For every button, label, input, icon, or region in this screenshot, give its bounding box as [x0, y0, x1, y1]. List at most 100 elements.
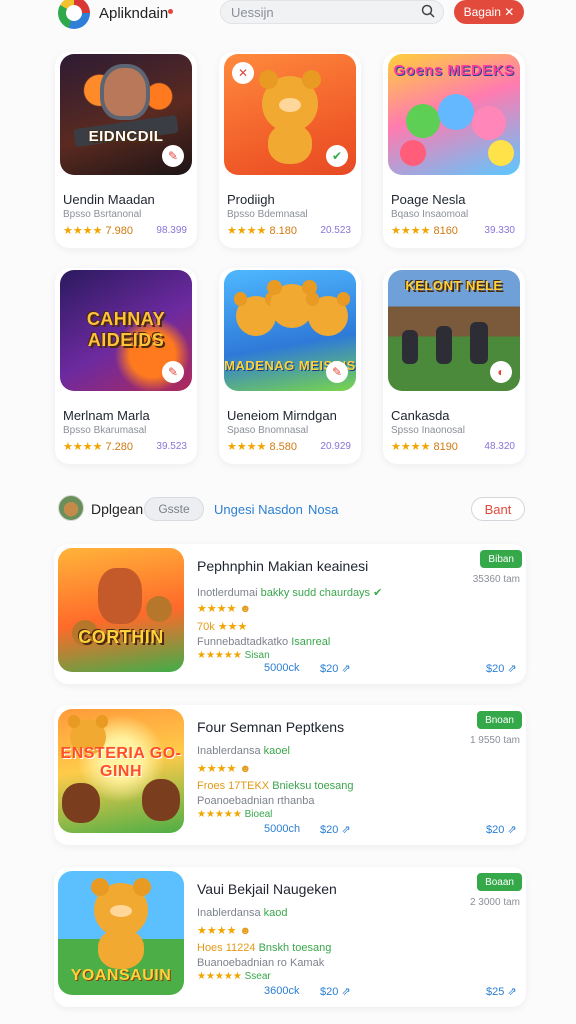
card-count: 20.523 [320, 225, 351, 236]
edit-icon[interactable]: ✎ [326, 361, 348, 383]
item-art-title: ENSTERIA GO-GINH [60, 745, 182, 780]
card-subtitle: Bpsso Bkarumasal [63, 425, 147, 436]
share-icon: ⇗ [507, 986, 517, 998]
item-download-count: 5000ch [264, 823, 301, 835]
item-price-alt[interactable]: $20 ⇗ [486, 823, 517, 836]
game-thumbnail: KELONT NELE ◐ [388, 270, 520, 391]
signin-label: Bagain ✕ [463, 5, 515, 19]
game-card[interactable]: ✕ ✔ Prodiigh Bpsso Bdemnasal ★★★★ 8.180 2… [219, 52, 361, 248]
card-rating: ★★★★ 8190 [391, 441, 458, 453]
item-title: Pephnphin Makian keainesi [197, 558, 369, 574]
card-title: Ueneiom Mirndgan [227, 408, 337, 423]
star-rating-icon: ★★★★ [391, 225, 431, 237]
item-price-alt[interactable]: $25 ⇗ [486, 985, 517, 998]
item-info-line: Buanoebadnian ro Kamak [197, 957, 325, 969]
game-art-title: CAHNAY AIDEIDS [86, 309, 166, 350]
search-input[interactable] [231, 3, 411, 21]
item-badge[interactable]: Boaan [477, 873, 522, 891]
card-rating: ★★★★ 7.980 [63, 225, 133, 237]
item-price[interactable]: $20 ⇗ [320, 985, 351, 998]
search-icon[interactable] [421, 4, 435, 18]
item-badge[interactable]: Biban [480, 550, 522, 568]
card-rating: ★★★★ 7.280 [63, 441, 133, 453]
card-count: 39.523 [156, 441, 187, 452]
play-icon[interactable]: ◐ [490, 361, 512, 383]
app-logo-icon[interactable] [58, 0, 90, 29]
item-download-count: 3600ck [264, 985, 300, 997]
star-rating-icon: ★★★★★ [197, 971, 242, 982]
item-info-line: Inablerdansa kaod [197, 907, 288, 919]
edit-icon[interactable]: ✎ [162, 361, 184, 383]
list-item[interactable]: ENSTERIA GO-GINH Four Semnan Peptkens Bn… [54, 705, 526, 845]
card-count: 48.320 [484, 441, 515, 452]
card-subtitle: Bqaso Insaomoal [391, 209, 469, 220]
card-subtitle: Spsso Inaonosal [391, 425, 465, 436]
game-thumbnail: CAHNAY AIDEIDS ✎ [60, 270, 192, 391]
filter-button[interactable]: Bant [471, 497, 525, 521]
star-rating-icon: ★★★★★ [197, 650, 242, 661]
star-rating-icon: ★★★★★ [197, 809, 242, 820]
item-price-alt[interactable]: $20 ⇗ [486, 662, 517, 675]
item-art-title: YOANSAUIN [70, 967, 172, 984]
card-rating: ★★★★ 8160 [391, 225, 458, 237]
emoji-icon: ☻ [239, 603, 252, 615]
card-rating: ★★★★ 8.180 [227, 225, 297, 237]
signin-button[interactable]: Bagain ✕ [454, 0, 524, 24]
game-card[interactable]: KELONT NELE ◐ Cankasda Spsso Inaonosal ★… [383, 268, 525, 464]
list-item[interactable]: CORTHIN Pephnphin Makian keainesi Biban … [54, 544, 526, 684]
item-info-line: Inotlerdumai bakky sudd chaurdays ✔ [197, 587, 383, 599]
item-time: 1 9550 tam [469, 735, 520, 746]
star-rating-icon: ★★★★ [197, 603, 237, 615]
game-card[interactable]: EIDNCDIL ✎ Uendin Maadan Bpsso Bsrtanona… [55, 52, 197, 248]
item-title: Vaui Bekjail Naugeken [197, 881, 337, 897]
edit-icon[interactable]: ✎ [162, 145, 184, 167]
item-time: 35360 tam [472, 574, 520, 585]
game-thumbnail: EIDNCDIL ✎ [60, 54, 192, 175]
item-thumbnail: YOANSAUIN [58, 871, 184, 995]
item-rating: ★★★★ ☻ [197, 602, 251, 615]
star-rating-icon: ★★★ [217, 621, 248, 633]
item-price[interactable]: $20 ⇗ [320, 823, 351, 836]
list-item[interactable]: YOANSAUIN Vaui Bekjail Naugeken Boaan 2 … [54, 867, 526, 1007]
check-icon[interactable]: ✔ [326, 145, 348, 167]
star-rating-icon: ★★★★ [391, 441, 431, 453]
avatar[interactable] [58, 495, 84, 521]
item-info-line: Inablerdansa kaoel [197, 745, 290, 757]
share-icon: ⇗ [341, 663, 351, 675]
item-art-title: CORTHIN [78, 627, 164, 647]
game-thumbnail: ✕ ✔ [224, 54, 356, 175]
game-card[interactable]: MADENAG MEISINS ✎ Ueneiom Mirndgan Spaso… [219, 268, 361, 464]
share-icon: ⇗ [341, 824, 351, 836]
card-count: 98.399 [156, 225, 187, 236]
filter-link-1[interactable]: Ungesi Nasdon [214, 497, 303, 521]
item-rating-2: 70k ★★★ [197, 621, 248, 633]
close-icon[interactable]: ✕ [232, 62, 254, 84]
item-rating-3: ★★★★★ Bioeal [197, 809, 273, 820]
game-art-title: EIDNCDIL [88, 128, 164, 145]
star-rating-icon: ★★★★ [63, 441, 103, 453]
search-box[interactable] [220, 0, 444, 24]
item-rating: ★★★★ ☻ [197, 762, 251, 775]
item-info-line: Froes 17TEKX Bnieksu toesang [197, 780, 354, 792]
star-rating-icon: ★★★★ [227, 225, 267, 237]
item-info-line: Poanoebadnian rthanba [197, 795, 315, 807]
filter-chip-active[interactable]: Gsste [144, 497, 204, 521]
item-title: Four Semnan Peptkens [197, 719, 345, 735]
game-card[interactable]: CAHNAY AIDEIDS ✎ Merlnam Marla Bpsso Bka… [55, 268, 197, 464]
item-download-count: 5000ck [264, 662, 300, 674]
card-subtitle: Bpsso Bdemnasal [227, 209, 308, 220]
card-title: Cankasda [391, 408, 450, 423]
item-rating: ★★★★ ☻ [197, 924, 251, 937]
share-icon: ⇗ [507, 663, 517, 675]
game-card[interactable]: Goens MEDEKS Poage Nesla Bqaso Insaomoal… [383, 52, 525, 248]
card-title: Uendin Maadan [63, 192, 155, 207]
filter-link-2[interactable]: Nosa [308, 497, 338, 521]
star-rating-icon: ★★★★ [63, 225, 103, 237]
star-rating-icon: ★★★★ [227, 441, 267, 453]
item-badge[interactable]: Bnoan [477, 711, 522, 729]
item-time: 2 3000 tam [469, 897, 520, 908]
share-icon: ⇗ [507, 824, 517, 836]
game-thumbnail: MADENAG MEISINS ✎ [224, 270, 356, 391]
card-subtitle: Spaso Bnomnasal [227, 425, 309, 436]
item-price[interactable]: $20 ⇗ [320, 662, 351, 675]
